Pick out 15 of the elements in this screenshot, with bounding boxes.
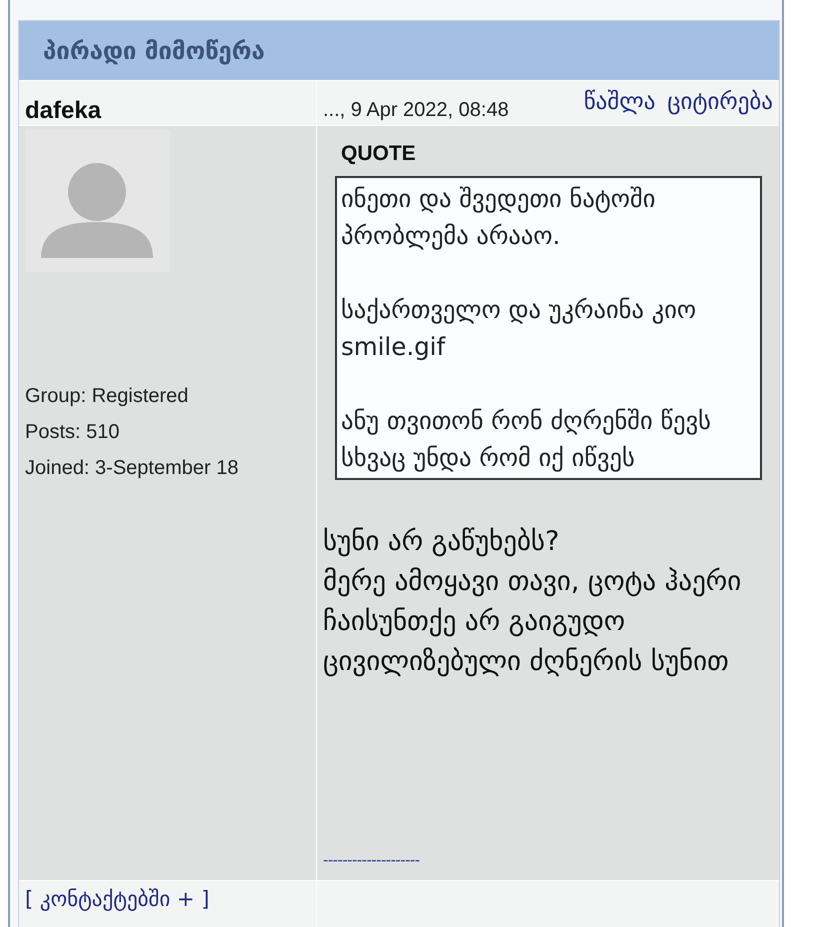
author-info: Joined: 3-September 18 — [25, 456, 240, 481]
quote-text: ინეთი და შვედეთი ნატოში პრობლემა არააო. — [341, 183, 656, 252]
author-name: dafeka — [25, 97, 102, 125]
quote-text: ანუ თვითონ რონ ძღრენში წევს სხვაც უნდა რომ იქ იწვეს — [341, 405, 712, 474]
signature-separator: -------------------- — [323, 852, 421, 870]
post-action-link[interactable]: ციტირება — [667, 89, 773, 115]
post-date: ..., 9 Apr 2022, 08:48 — [323, 99, 509, 122]
quote-label: QUOTE — [341, 142, 417, 166]
post-action-link[interactable]: წაშლა — [584, 89, 656, 115]
author-info: Posts: 510 — [25, 420, 121, 445]
section-title: პირადი მიმოწერა — [43, 36, 265, 64]
message-text: მერე ამოყავი თავი, ცოტა ჰაერი ჩაისუნთქე არ გაიგუდო ცივილიზებული ძღნერის სუნით — [323, 565, 742, 679]
quote-text: საქართველო და უკრაინა კიო smile.gif — [341, 294, 698, 363]
author-info: Group: Registered — [25, 384, 190, 409]
message-text: სუნი არ გაწუხებს? — [323, 525, 560, 559]
